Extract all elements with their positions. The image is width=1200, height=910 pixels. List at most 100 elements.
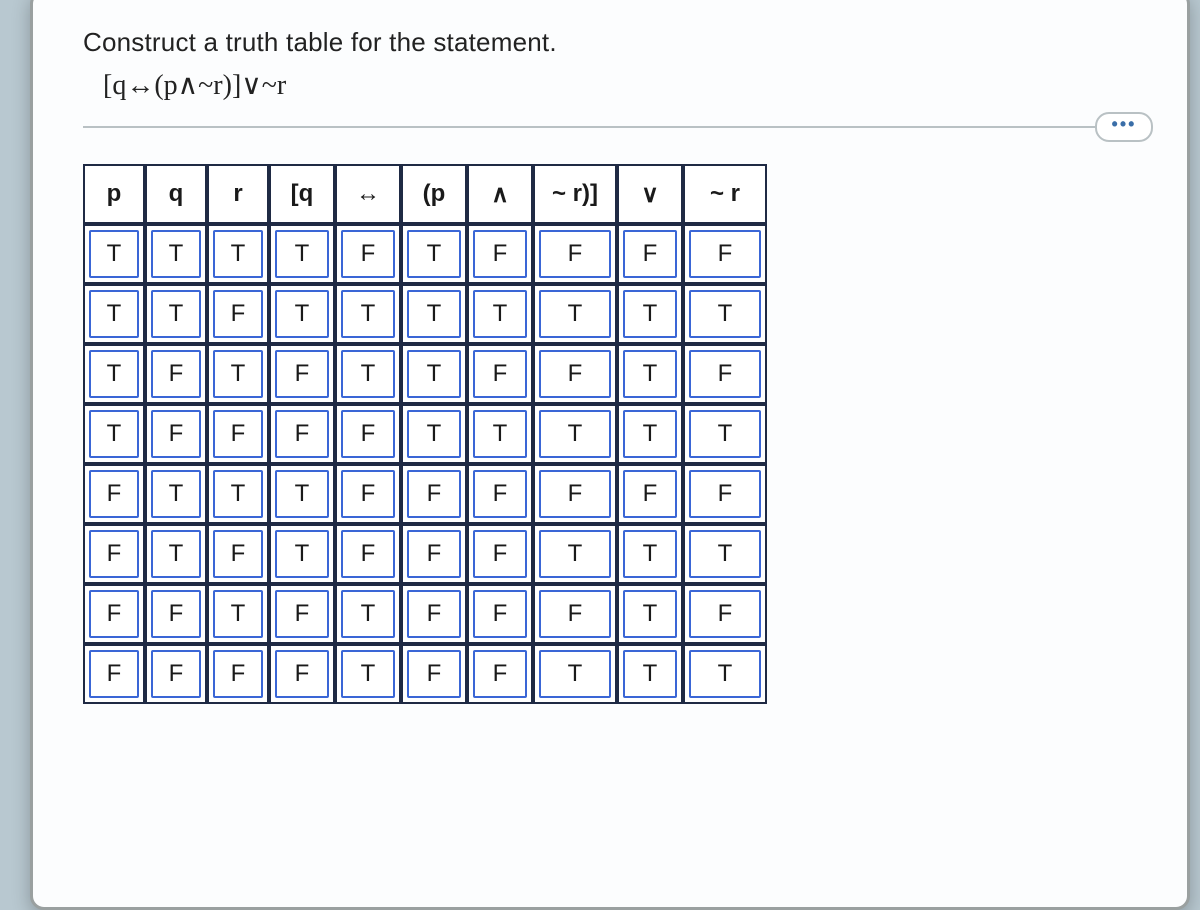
truth-cell[interactable]: T — [207, 344, 269, 404]
truth-cell[interactable]: F — [467, 344, 533, 404]
truth-cell[interactable]: T — [683, 404, 767, 464]
col-and-icon: ∧ — [467, 164, 533, 224]
truth-cell[interactable]: T — [467, 284, 533, 344]
truth-cell[interactable]: T — [269, 524, 335, 584]
truth-cell[interactable]: F — [269, 644, 335, 704]
truth-cell[interactable]: F — [83, 644, 145, 704]
truth-cell[interactable]: F — [83, 464, 145, 524]
table-row: TFTFTTFFTF — [83, 344, 767, 404]
truth-cell[interactable]: F — [335, 464, 401, 524]
truth-cell[interactable]: F — [145, 404, 207, 464]
truth-cell[interactable]: T — [617, 344, 683, 404]
truth-cell[interactable]: T — [617, 524, 683, 584]
col-p: p — [83, 164, 145, 224]
col-q2: [q — [269, 164, 335, 224]
truth-cell[interactable]: F — [207, 284, 269, 344]
truth-cell[interactable]: F — [617, 224, 683, 284]
truth-cell[interactable]: F — [467, 524, 533, 584]
truth-cell[interactable]: F — [401, 644, 467, 704]
truth-cell[interactable]: T — [335, 344, 401, 404]
truth-cell[interactable]: T — [401, 224, 467, 284]
truth-cell[interactable]: T — [335, 284, 401, 344]
table-row: TFFFFTTTTT — [83, 404, 767, 464]
col-not-r2: ~ r — [683, 164, 767, 224]
truth-table: p q r [q ↔ (p ∧ ~ r)] ∨ ~ r TTTTFTFFFFTT… — [83, 164, 767, 704]
truth-cell[interactable]: T — [145, 224, 207, 284]
truth-cell[interactable]: T — [533, 404, 617, 464]
truth-cell[interactable]: F — [145, 584, 207, 644]
truth-cell[interactable]: F — [683, 584, 767, 644]
truth-cell[interactable]: T — [269, 284, 335, 344]
truth-cell[interactable]: T — [683, 284, 767, 344]
truth-cell[interactable]: T — [617, 584, 683, 644]
truth-cell[interactable]: T — [401, 344, 467, 404]
truth-cell[interactable]: T — [207, 584, 269, 644]
truth-cell[interactable]: F — [335, 524, 401, 584]
truth-cell[interactable]: F — [269, 584, 335, 644]
truth-cell[interactable]: T — [533, 284, 617, 344]
truth-cell[interactable]: F — [533, 584, 617, 644]
truth-cell[interactable]: T — [683, 644, 767, 704]
truth-cell[interactable]: T — [269, 224, 335, 284]
truth-cell[interactable]: F — [145, 644, 207, 704]
truth-cell[interactable]: T — [467, 404, 533, 464]
truth-cell[interactable]: T — [83, 224, 145, 284]
truth-cell[interactable]: F — [617, 464, 683, 524]
col-q: q — [145, 164, 207, 224]
truth-cell[interactable]: F — [335, 404, 401, 464]
truth-cell[interactable]: F — [145, 344, 207, 404]
truth-cell[interactable]: T — [269, 464, 335, 524]
truth-cell[interactable]: F — [533, 224, 617, 284]
truth-cell[interactable]: T — [617, 644, 683, 704]
truth-cell[interactable]: T — [533, 524, 617, 584]
truth-cell[interactable]: F — [467, 644, 533, 704]
truth-cell[interactable]: F — [401, 584, 467, 644]
truth-cell[interactable]: F — [467, 224, 533, 284]
col-r: r — [207, 164, 269, 224]
truth-cell[interactable]: F — [401, 464, 467, 524]
logic-statement: [q↔(p∧~r)]∨~r — [103, 68, 1147, 102]
truth-cell[interactable]: T — [145, 464, 207, 524]
more-button[interactable]: ••• — [1095, 112, 1153, 142]
truth-cell[interactable]: F — [83, 584, 145, 644]
truth-cell[interactable]: T — [83, 344, 145, 404]
table-row: FTFTFFFTTT — [83, 524, 767, 584]
col-not-r: ~ r)] — [533, 164, 617, 224]
truth-cell[interactable]: T — [401, 284, 467, 344]
table-row: FTTTFFFFFF — [83, 464, 767, 524]
truth-cell[interactable]: T — [145, 524, 207, 584]
table-header-row: p q r [q ↔ (p ∧ ~ r)] ∨ ~ r — [83, 164, 767, 224]
truth-cell[interactable]: F — [467, 464, 533, 524]
truth-cell[interactable]: F — [467, 584, 533, 644]
truth-cell[interactable]: T — [83, 404, 145, 464]
truth-cell[interactable]: T — [617, 404, 683, 464]
truth-cell[interactable]: F — [83, 524, 145, 584]
truth-cell[interactable]: F — [683, 344, 767, 404]
truth-cell[interactable]: T — [683, 524, 767, 584]
truth-cell[interactable]: T — [207, 224, 269, 284]
truth-cell[interactable]: F — [207, 644, 269, 704]
truth-cell[interactable]: F — [207, 404, 269, 464]
truth-cell[interactable]: T — [145, 284, 207, 344]
truth-cell[interactable]: T — [83, 284, 145, 344]
truth-cell[interactable]: F — [335, 224, 401, 284]
truth-cell[interactable]: T — [533, 644, 617, 704]
truth-cell[interactable]: F — [269, 344, 335, 404]
truth-cell[interactable]: F — [207, 524, 269, 584]
col-or-icon: ∨ — [617, 164, 683, 224]
truth-cell[interactable]: T — [335, 584, 401, 644]
truth-cell[interactable]: T — [207, 464, 269, 524]
divider — [83, 126, 1147, 128]
table-row: TTFTTTTTTT — [83, 284, 767, 344]
truth-cell[interactable]: F — [401, 524, 467, 584]
truth-cell[interactable]: F — [533, 344, 617, 404]
truth-cell[interactable]: F — [683, 224, 767, 284]
truth-cell[interactable]: T — [335, 644, 401, 704]
truth-cell[interactable]: T — [617, 284, 683, 344]
truth-cell[interactable]: F — [269, 404, 335, 464]
truth-cell[interactable]: F — [683, 464, 767, 524]
truth-cell[interactable]: T — [401, 404, 467, 464]
table-row: FFTFTFFFTF — [83, 584, 767, 644]
truth-cell[interactable]: F — [533, 464, 617, 524]
table-row: TTTTFTFFFF — [83, 224, 767, 284]
